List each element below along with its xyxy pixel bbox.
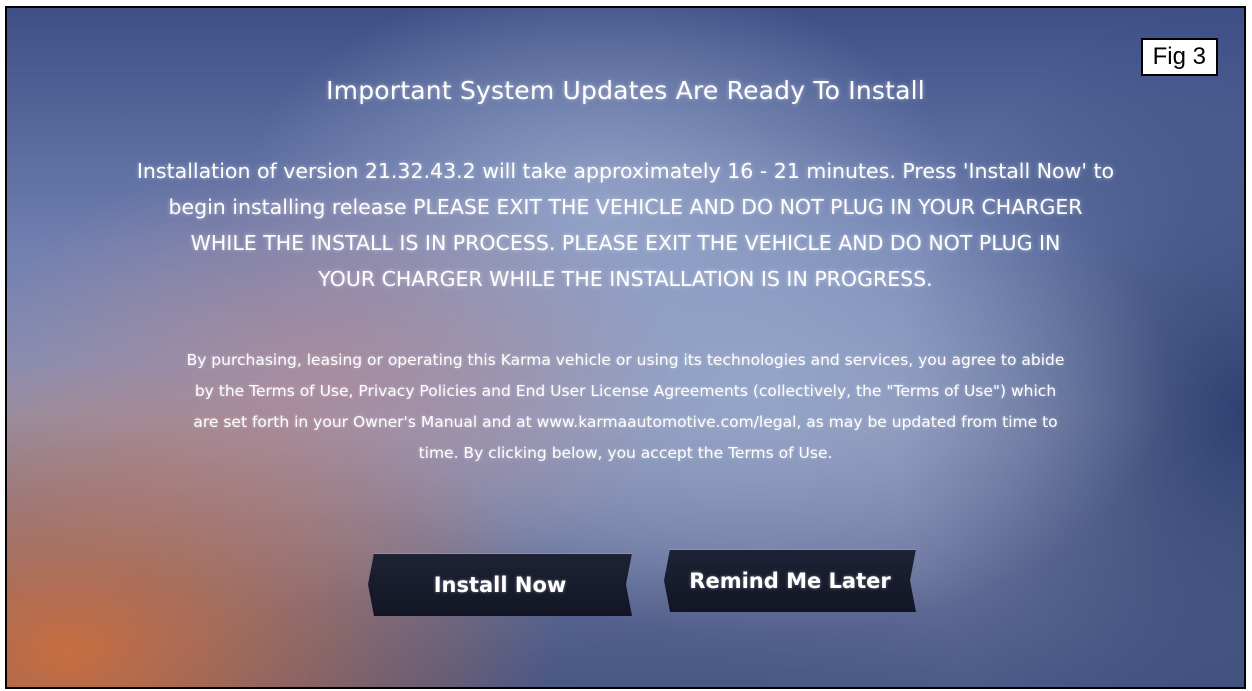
figure-label: Fig 3	[1140, 38, 1218, 76]
terms-line: are set forth in your Owner's Manual and…	[193, 413, 1058, 431]
remind-me-later-label: Remind Me Later	[689, 569, 891, 593]
install-now-button[interactable]: Install Now	[368, 553, 632, 616]
dialog-title: Important System Updates Are Ready To In…	[326, 76, 925, 105]
terms-line: by the Terms of Use, Privacy Policies an…	[194, 382, 1057, 400]
install-message: Installation of version 21.32.43.2 will …	[29, 153, 1222, 297]
install-now-label: Install Now	[433, 573, 567, 597]
terms-line: By purchasing, leasing or operating this…	[186, 351, 1065, 369]
remind-me-later-button[interactable]: Remind Me Later	[664, 549, 916, 612]
install-message-line: YOUR CHARGER WHILE THE INSTALLATION IS I…	[318, 267, 933, 291]
install-message-line: WHILE THE INSTALL IS IN PROCESS. PLEASE …	[190, 231, 1061, 255]
terms-of-use-text: By purchasing, leasing or operating this…	[19, 345, 1232, 469]
install-message-line: Installation of version 21.32.43.2 will …	[136, 159, 1115, 183]
terms-line: time. By clicking below, you accept the …	[418, 444, 833, 462]
screen-frame: Fig 3 Important System Updates Are Ready…	[5, 6, 1246, 689]
install-message-line: begin installing release PLEASE EXIT THE…	[168, 195, 1083, 219]
